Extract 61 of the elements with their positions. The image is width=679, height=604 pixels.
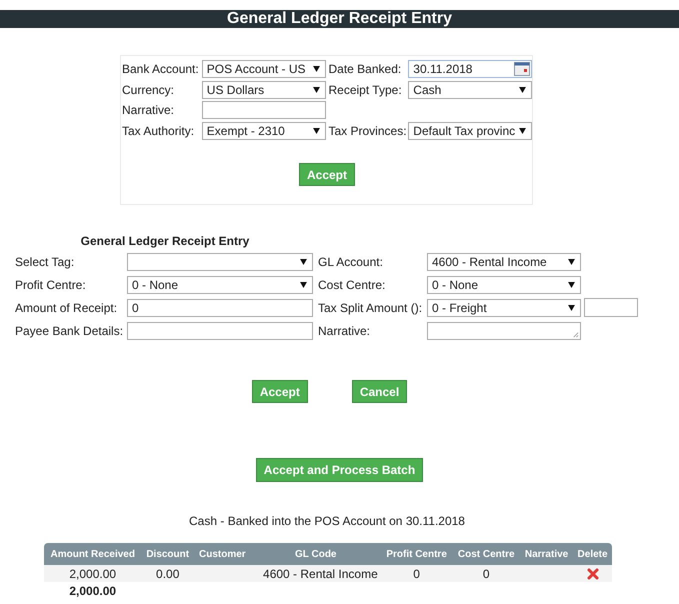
dropdown[interactable]: Exempt - 2310 bbox=[202, 122, 326, 140]
page-title: General Ledger Receipt Entry bbox=[0, 10, 679, 28]
caret-icon bbox=[568, 304, 575, 310]
caret-icon bbox=[312, 86, 320, 93]
column-header: GL Code bbox=[250, 543, 381, 565]
dropdown[interactable]: 4600 - Rental Income bbox=[427, 252, 581, 270]
field-label: Select Tag: bbox=[15, 254, 76, 268]
field-label: GL Account: bbox=[318, 254, 384, 268]
field-label: Tax Authority: bbox=[122, 124, 196, 138]
column-header: Narrative bbox=[520, 543, 574, 565]
field-label: Narrative: bbox=[318, 324, 372, 338]
text-area[interactable] bbox=[427, 322, 581, 340]
caret-icon bbox=[519, 86, 526, 93]
table-cell: 4600 - Rental Income bbox=[250, 565, 381, 582]
input-field[interactable] bbox=[584, 298, 638, 317]
batch-caption: Cash - Banked into the POS Account on 30.11.2018 bbox=[188, 514, 466, 528]
caret-icon bbox=[300, 282, 307, 288]
field-label: Tax Split Amount (): bbox=[318, 300, 424, 314]
dropdown[interactable] bbox=[127, 252, 313, 270]
input-field[interactable] bbox=[127, 322, 313, 340]
section-heading: General Ledger Receipt Entry bbox=[80, 234, 250, 248]
field-label: Date Banked: bbox=[328, 62, 402, 76]
field-label: Bank Account: bbox=[122, 62, 200, 76]
caret-icon bbox=[568, 258, 575, 264]
date-field[interactable]: 30.11.2018 bbox=[408, 60, 532, 78]
total-amount: 2,000.00 bbox=[44, 582, 142, 599]
dropdown[interactable]: POS Account - US bbox=[202, 60, 326, 78]
field-label: Payee Bank Details: bbox=[15, 324, 124, 338]
column-header: Cost Centre bbox=[452, 543, 520, 565]
table-cell: 0.00 bbox=[141, 565, 194, 582]
caret-icon bbox=[568, 282, 575, 288]
field-label: Narrative: bbox=[122, 103, 176, 118]
column-header: Customer bbox=[194, 543, 251, 565]
caret-icon bbox=[300, 258, 307, 264]
dropdown[interactable]: 0 - None bbox=[127, 276, 313, 294]
field-label: Currency: bbox=[122, 82, 176, 97]
field-label: Amount of Receipt: bbox=[15, 300, 118, 314]
column-header: Profit Centre bbox=[380, 543, 452, 565]
resize-grip-icon bbox=[572, 330, 579, 338]
caret-icon bbox=[312, 66, 320, 72]
dropdown[interactable]: US Dollars bbox=[202, 80, 326, 99]
column-header: Delete bbox=[573, 543, 612, 565]
delete-icon[interactable] bbox=[586, 568, 599, 580]
field-label: Profit Centre: bbox=[15, 278, 87, 292]
table-cell: 0 bbox=[452, 565, 520, 582]
field-label: Cost Centre: bbox=[318, 278, 386, 292]
table-cell: 2,000.00 bbox=[44, 565, 142, 582]
column-header: Amount Received bbox=[44, 543, 142, 565]
caret-icon bbox=[519, 128, 526, 134]
field-label: Receipt Type: bbox=[328, 82, 403, 97]
dropdown[interactable]: Cash bbox=[408, 80, 532, 99]
dropdown[interactable]: 0 - Freight bbox=[427, 298, 581, 316]
dropdown[interactable]: 0 - None bbox=[427, 276, 581, 294]
dropdown[interactable]: Default Tax provinc bbox=[408, 122, 532, 140]
column-header: Discount bbox=[141, 543, 194, 565]
input-field[interactable]: 0 bbox=[127, 298, 313, 316]
calendar-icon[interactable] bbox=[514, 62, 530, 76]
table-cell: 0 bbox=[380, 565, 452, 582]
field-label: Tax Provinces: bbox=[328, 124, 408, 138]
input-field[interactable] bbox=[202, 101, 326, 120]
caret-icon bbox=[312, 128, 320, 134]
